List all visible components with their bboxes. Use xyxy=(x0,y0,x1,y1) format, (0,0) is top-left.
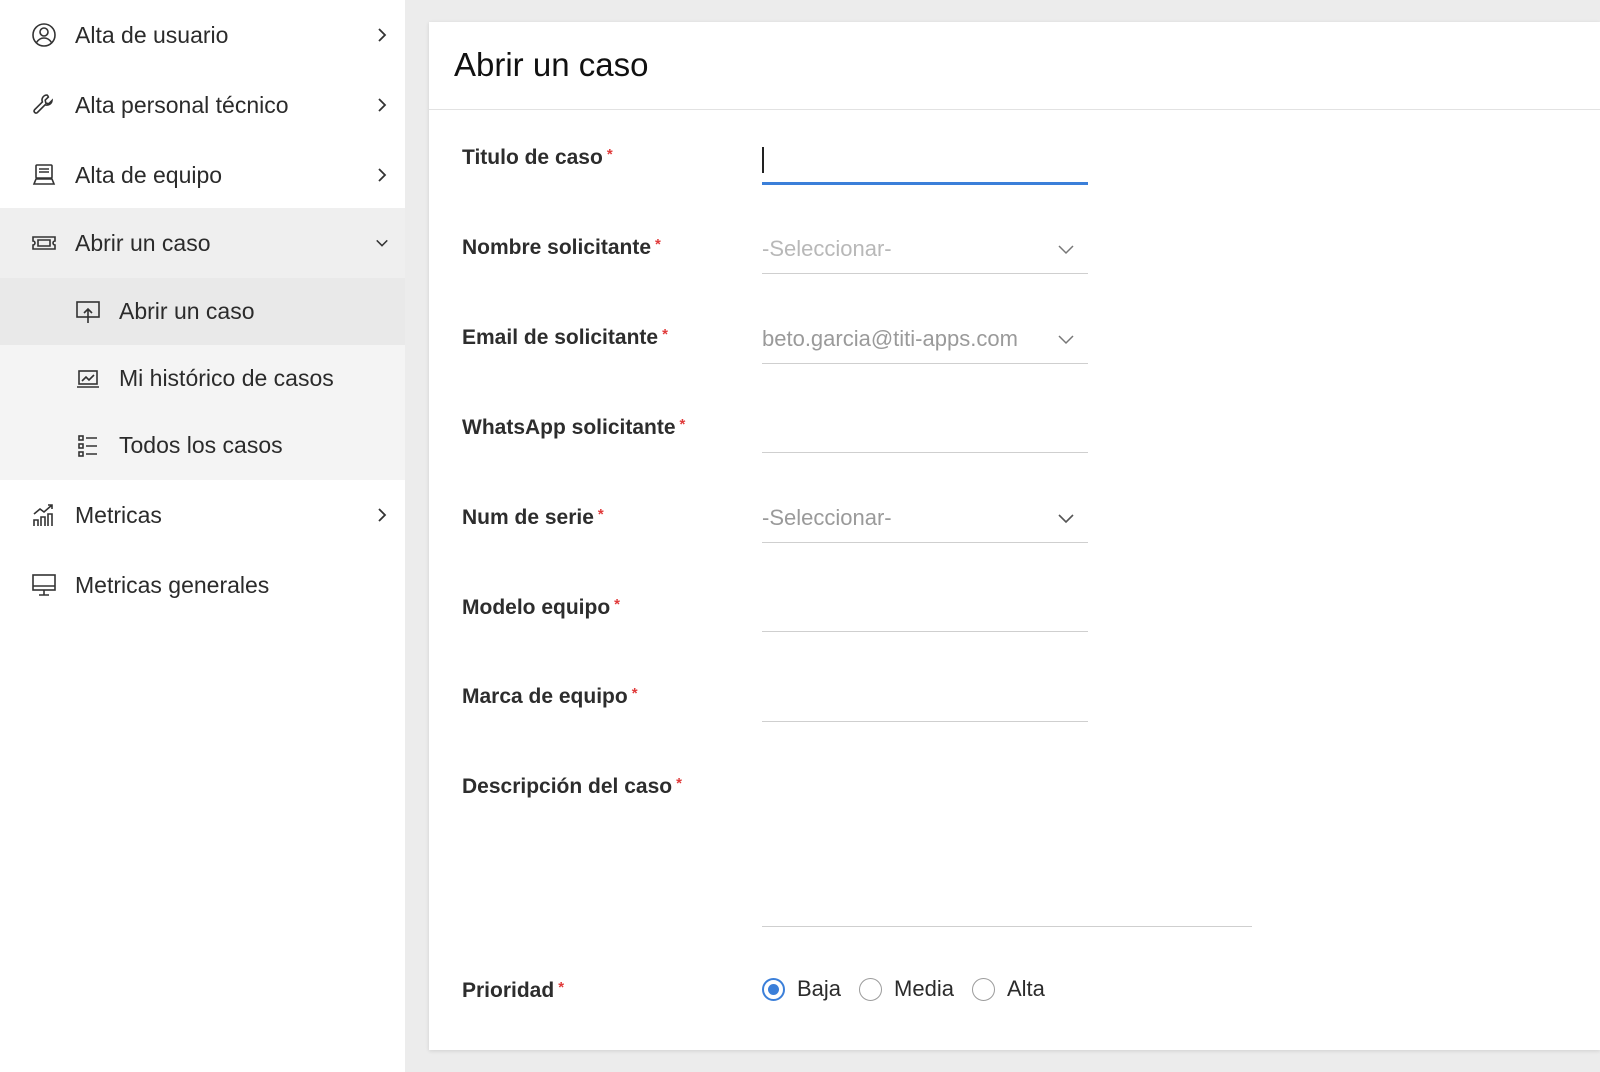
list-icon xyxy=(74,432,102,460)
select-value: -Seleccionar- xyxy=(762,505,892,530)
field-label-titulo: Titulo de caso * xyxy=(462,146,613,170)
required-mark: * xyxy=(614,596,620,613)
submenu-item-mi-historico-de-casos[interactable]: Mi histórico de casos xyxy=(0,345,405,412)
required-mark: * xyxy=(606,146,613,163)
nombre-solicitante-select[interactable]: -Seleccionar- xyxy=(762,224,1088,274)
label-text: Prioridad xyxy=(462,979,555,1002)
select-value: -Seleccionar- xyxy=(762,236,892,261)
sidebar-item-metricas-generales[interactable]: Metricas generales xyxy=(0,550,405,620)
required-mark: * xyxy=(679,416,686,433)
sidebar-item-metricas[interactable]: Metricas xyxy=(0,480,405,550)
radio-checked-icon xyxy=(762,977,785,1001)
chevron-right-icon xyxy=(375,508,389,522)
sidebar: Alta de usuario Alta personal técnico Al… xyxy=(0,0,405,1072)
sidebar-item-alta-de-usuario[interactable]: Alta de usuario xyxy=(0,0,405,70)
chevron-down-icon xyxy=(1058,511,1074,524)
label-text: Num de serie xyxy=(462,506,594,529)
label-text: Nombre solicitante xyxy=(462,236,652,259)
field-label-modelo: Modelo equipo * xyxy=(462,596,620,620)
sidebar-item-label: Alta de equipo xyxy=(75,161,223,188)
select-value: beto.garcia@titi-apps.com xyxy=(762,326,1018,351)
submenu-item-label: Mi histórico de casos xyxy=(119,365,334,391)
field-label-marca: Marca de equipo * xyxy=(462,685,638,709)
modelo-equipo-input[interactable] xyxy=(762,582,1088,632)
sidebar-item-alta-personal-tecnico[interactable]: Alta personal técnico xyxy=(0,70,405,140)
bar-chart-icon xyxy=(30,501,58,529)
card-header: Abrir un caso xyxy=(429,22,1600,110)
ticket-icon xyxy=(30,229,58,257)
laptop-icon xyxy=(30,161,58,189)
required-mark: * xyxy=(676,775,682,792)
sidebar-item-label: Metricas generales xyxy=(75,571,270,598)
sidebar-item-alta-de-equipo[interactable]: Alta de equipo xyxy=(0,140,405,210)
field-label-whatsapp: WhatsApp solicitante * xyxy=(462,416,685,440)
label-text: Marca de equipo xyxy=(462,685,628,708)
radio-label: Baja xyxy=(797,976,842,1001)
required-mark: * xyxy=(597,506,604,523)
chevron-down-icon xyxy=(375,236,389,250)
field-label-descripcion: Descripción del caso * xyxy=(462,775,682,799)
field-label-num-serie: Num de serie * xyxy=(462,506,604,530)
chevron-down-icon xyxy=(1058,332,1074,345)
submenu-abrir-un-caso: Abrir un caso Mi histórico de casos Todo… xyxy=(0,278,405,480)
radio-alta[interactable]: Alta xyxy=(971,976,1045,1002)
wrench-icon xyxy=(30,91,58,119)
label-text: Descripción del caso xyxy=(462,775,673,798)
titulo-de-caso-input[interactable] xyxy=(762,135,1088,185)
history-chart-icon xyxy=(74,365,102,393)
form-card: Abrir un caso Titulo de caso * Nombre sol… xyxy=(429,22,1600,1050)
label-text: Titulo de caso xyxy=(462,146,603,169)
field-label-nombre: Nombre solicitante * xyxy=(462,236,661,260)
label-text: WhatsApp solicitante xyxy=(462,416,676,439)
required-mark: * xyxy=(662,326,668,343)
chevron-right-icon xyxy=(375,28,389,42)
field-label-email: Email de solicitante * xyxy=(462,326,668,350)
required-mark: * xyxy=(631,685,638,702)
user-circle-icon xyxy=(30,21,58,49)
monitor-icon xyxy=(30,571,58,599)
chevron-right-icon xyxy=(375,98,389,112)
required-mark: * xyxy=(655,236,661,253)
radio-media[interactable]: Media xyxy=(859,976,954,1002)
text-caret xyxy=(762,147,764,173)
upload-screen-icon xyxy=(74,298,102,326)
radio-unchecked-icon xyxy=(971,977,995,1001)
submenu-item-label: Abrir un caso xyxy=(119,298,255,324)
radio-label: Alta xyxy=(1006,976,1045,1001)
radio-label: Media xyxy=(894,976,954,1001)
sidebar-item-label: Alta de usuario xyxy=(75,21,229,48)
chevron-right-icon xyxy=(375,168,389,182)
chevron-down-icon xyxy=(1058,242,1074,255)
radio-baja[interactable]: Baja xyxy=(762,976,841,1002)
label-text: Email de solicitante xyxy=(462,326,659,349)
submenu-item-todos-los-casos[interactable]: Todos los casos xyxy=(0,412,405,479)
label-text: Modelo equipo xyxy=(462,596,611,619)
sidebar-item-label: Abrir un caso xyxy=(75,229,211,256)
descripcion-textarea[interactable] xyxy=(762,862,1252,927)
submenu-item-label: Todos los casos xyxy=(119,432,283,458)
whatsapp-solicitante-input[interactable] xyxy=(762,403,1088,453)
marca-de-equipo-input[interactable] xyxy=(762,672,1088,722)
sidebar-item-abrir-un-caso[interactable]: Abrir un caso xyxy=(0,208,405,278)
field-label-prioridad: Prioridad * xyxy=(462,979,564,1003)
sidebar-item-label: Metricas xyxy=(75,501,162,528)
page-title: Abrir un caso xyxy=(454,46,649,83)
submenu-item-abrir-un-caso[interactable]: Abrir un caso xyxy=(0,278,405,345)
required-mark: * xyxy=(558,979,565,996)
radio-unchecked-icon xyxy=(859,977,883,1001)
num-de-serie-select[interactable]: -Seleccionar- xyxy=(762,493,1088,543)
email-solicitante-select[interactable]: beto.garcia@titi-apps.com xyxy=(762,314,1088,364)
sidebar-item-label: Alta personal técnico xyxy=(75,91,289,118)
prioridad-radio-group: Baja Media Alta xyxy=(762,974,1063,1004)
